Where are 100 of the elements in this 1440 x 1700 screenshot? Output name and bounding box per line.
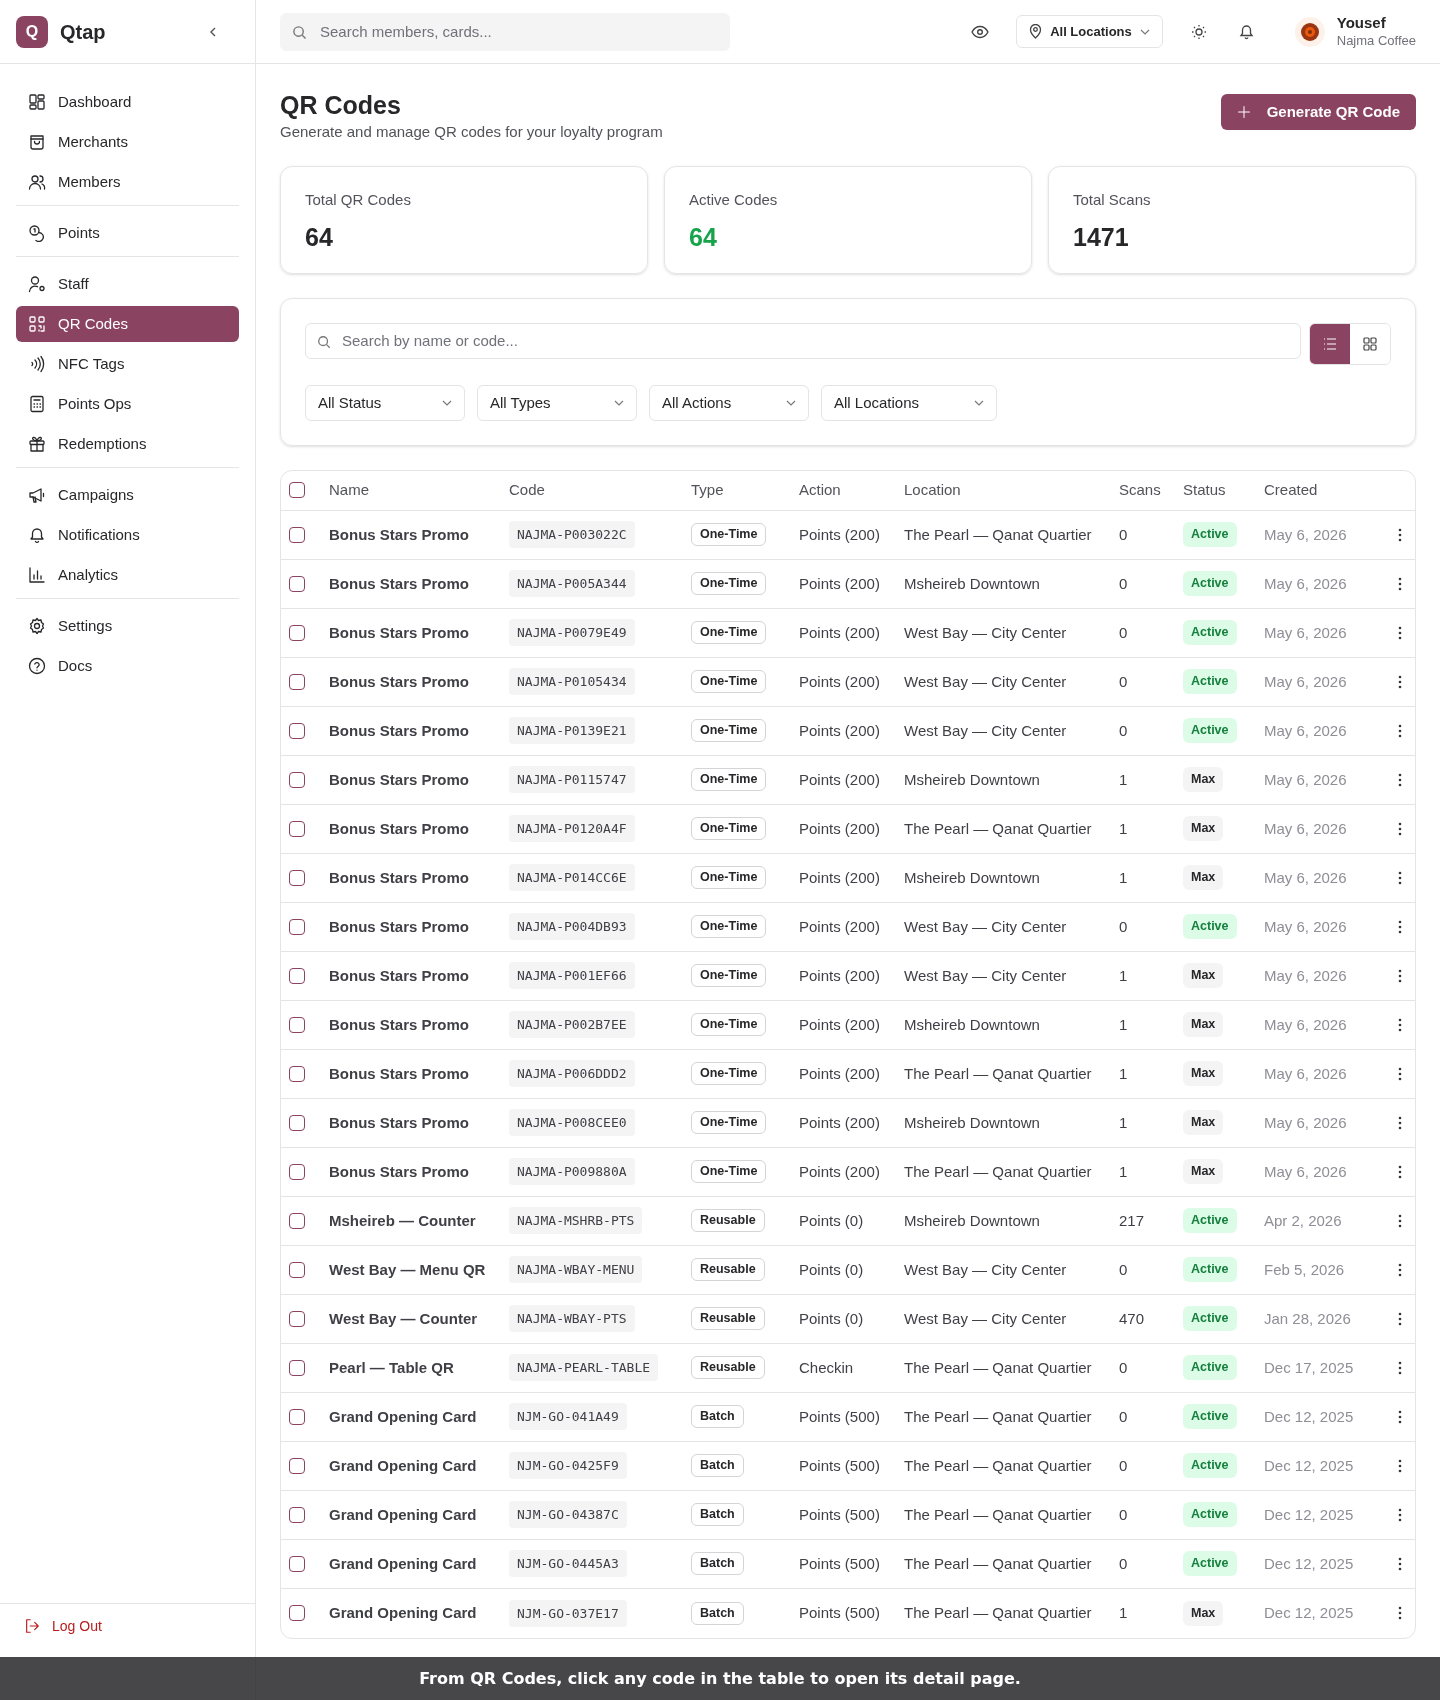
sidebar-item[interactable]: Dashboard (16, 84, 239, 120)
action-cell-text: Points (200) (799, 1014, 881, 1035)
row-checkbox[interactable] (289, 1408, 305, 1425)
row-checkbox[interactable] (289, 1065, 305, 1082)
status-tag: Active (1183, 522, 1237, 548)
name-cell-text: West Bay — Counter (329, 1308, 479, 1329)
sidebar-item[interactable]: Docs (16, 648, 239, 684)
sidebar-item[interactable]: QR Codes (16, 306, 239, 342)
code-cell[interactable]: NJM-GO-0445A3 (509, 1550, 627, 1578)
code-cell[interactable]: NAJMA-P0079E49 (509, 619, 635, 647)
scans-cell-text: 217 (1119, 1210, 1146, 1231)
action-cell-text: Points (200) (799, 818, 881, 839)
code-cell[interactable]: NAJMA-P004DB93 (509, 913, 635, 941)
code-cell[interactable]: NAJMA-P006DDD2 (509, 1060, 635, 1088)
sidebar-item[interactable]: Settings (16, 608, 239, 644)
filter-dropdown[interactable]: All Locations (821, 384, 997, 421)
scans-cell-text: 0 (1119, 1504, 1129, 1525)
filter-dropdown[interactable]: All Types (477, 384, 637, 421)
created-cell-text: Jan 28, 2026 (1264, 1308, 1352, 1329)
code-cell[interactable]: NAJMA-WBAY-PTS (509, 1305, 635, 1333)
sidebar-item[interactable]: Campaigns (16, 477, 239, 513)
code-cell[interactable]: NJM-GO-0425F9 (509, 1452, 627, 1480)
sidebar-item[interactable]: Redemptions (16, 426, 239, 462)
created-cell-text: May 6, 2026 (1264, 720, 1348, 741)
generate-qr-code-button[interactable]: Generate QR Code (1220, 94, 1416, 130)
row-checkbox[interactable] (289, 1555, 305, 1572)
row-checkbox[interactable] (289, 624, 305, 641)
users-icon (28, 173, 46, 191)
gear-icon (28, 617, 46, 635)
logout-button[interactable]: Log Out (24, 1616, 102, 1636)
search-icon (292, 24, 307, 40)
row-checkbox[interactable] (289, 1261, 305, 1278)
code-cell[interactable]: NAJMA-P005A344 (509, 570, 635, 598)
action-cell-text: Points (200) (799, 769, 881, 790)
row-checkbox[interactable] (289, 1605, 305, 1622)
code-cell[interactable]: NAJMA-P008CEE0 (509, 1109, 635, 1137)
more-vertical-icon (1397, 1262, 1402, 1277)
row-checkbox[interactable] (289, 1310, 305, 1327)
sidebar-item[interactable]: Members (16, 164, 239, 200)
code-cell[interactable]: NJM-GO-037E17 (509, 1599, 627, 1627)
sidebar-item[interactable]: Notifications (16, 517, 239, 553)
sidebar-item[interactable]: Staff (16, 266, 239, 302)
code-cell[interactable]: NAJMA-P0115747 (509, 766, 635, 794)
code-cell[interactable]: NAJMA-P002B7EE (509, 1011, 635, 1039)
code-cell[interactable]: NAJMA-PEARL-TABLE (509, 1354, 659, 1382)
sidebar-item[interactable]: Points Ops (16, 386, 239, 422)
row-checkbox[interactable] (289, 722, 305, 739)
action-cell-text: Points (500) (799, 1553, 881, 1574)
status-tag: Active (1183, 1257, 1237, 1283)
row-checkbox[interactable] (289, 869, 305, 886)
type-tag: Batch (691, 1503, 744, 1527)
code-cell[interactable]: NAJMA-WBAY-MENU (509, 1256, 643, 1284)
row-checkbox[interactable] (289, 1506, 305, 1523)
row-checkbox[interactable] (289, 1457, 305, 1474)
row-checkbox[interactable] (289, 1212, 305, 1229)
code-cell[interactable]: NAJMA-P014CC6E (509, 864, 635, 892)
avatar-icon[interactable] (1294, 16, 1325, 47)
page-subtitle: Generate and manage QR codes for your loyalty program (280, 122, 663, 143)
type-tag: Reusable (691, 1307, 765, 1331)
column-header: Name (329, 480, 370, 500)
scans-cell-text: 0 (1119, 916, 1129, 937)
row-checkbox[interactable] (289, 673, 305, 690)
location-cell-text: Msheireb Downtown (904, 1112, 1041, 1133)
row-checkbox[interactable] (289, 771, 305, 788)
code-cell[interactable]: NJM-GO-04387C (509, 1501, 627, 1529)
code-cell[interactable]: NAJMA-P001EF66 (509, 962, 635, 990)
filter-dropdown[interactable]: All Actions (649, 384, 809, 421)
location-selector[interactable]: All Locations (1016, 15, 1163, 48)
filter-dropdown[interactable]: All Status (305, 384, 465, 421)
sidebar-item[interactable]: Analytics (16, 557, 239, 593)
signal-waves-icon (28, 355, 46, 373)
sidebar-item[interactable]: Merchants (16, 124, 239, 160)
action-cell-text: Points (200) (799, 573, 881, 594)
row-checkbox[interactable] (289, 1359, 305, 1376)
name-cell-text: Bonus Stars Promo (329, 573, 471, 594)
sidebar-item[interactable]: NFC Tags (16, 346, 239, 382)
list-view-button[interactable] (1310, 323, 1350, 364)
search-field[interactable]: Search members, cards... (280, 12, 730, 51)
code-search-field[interactable]: Search by name or code... (305, 322, 1301, 359)
scans-cell-text: 0 (1119, 720, 1129, 741)
row-checkbox[interactable] (289, 526, 305, 543)
row-checkbox[interactable] (289, 918, 305, 935)
row-checkbox[interactable] (289, 820, 305, 837)
row-checkbox[interactable] (289, 1163, 305, 1180)
code-cell[interactable]: NAJMA-MSHRB-PTS (509, 1207, 643, 1235)
sidebar-item[interactable]: Points (16, 215, 239, 251)
row-checkbox[interactable] (289, 1114, 305, 1131)
row-checkbox[interactable] (289, 1016, 305, 1033)
select-all-checkbox[interactable] (289, 482, 305, 499)
code-cell[interactable]: NJM-GO-041A49 (509, 1403, 627, 1431)
more-vertical-icon (1397, 1458, 1402, 1473)
row-checkbox[interactable] (289, 575, 305, 592)
row-checkbox[interactable] (289, 967, 305, 984)
code-cell[interactable]: NAJMA-P003022C (509, 521, 635, 549)
type-tag: One-Time (691, 1062, 767, 1086)
code-cell[interactable]: NAJMA-P0120A4F (509, 815, 635, 843)
type-tag: One-Time (691, 523, 767, 547)
code-cell[interactable]: NAJMA-P009880A (509, 1158, 635, 1186)
code-cell[interactable]: NAJMA-P0139E21 (509, 717, 635, 745)
code-cell[interactable]: NAJMA-P0105434 (509, 668, 635, 696)
